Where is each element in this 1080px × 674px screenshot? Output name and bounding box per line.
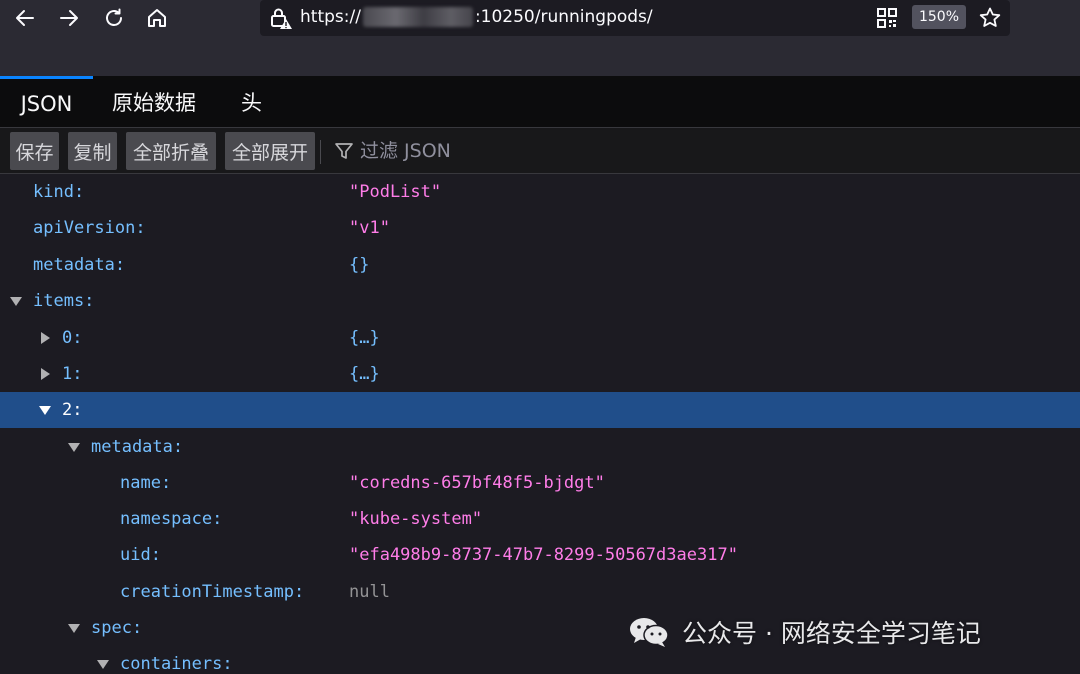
home-button[interactable]	[141, 4, 173, 32]
url-scheme: https://	[300, 7, 361, 27]
save-button[interactable]: 保存	[10, 132, 59, 170]
tree-row-kind[interactable]: kind: "PodList"	[0, 174, 1080, 210]
json-value: null	[349, 582, 390, 602]
lock-warning-icon[interactable]	[268, 5, 294, 31]
redacted-host	[362, 7, 473, 27]
zoom-level-badge[interactable]: 150%	[912, 5, 966, 29]
expand-all-button[interactable]: 全部展开	[225, 132, 315, 170]
json-key: apiVersion:	[33, 218, 146, 238]
reload-button[interactable]	[98, 4, 130, 32]
json-key: 0:	[62, 328, 83, 348]
json-key: containers:	[120, 654, 233, 674]
json-key: items:	[33, 291, 95, 311]
forward-button[interactable]	[53, 4, 85, 32]
json-key: 1:	[62, 364, 83, 384]
reload-icon	[106, 8, 122, 26]
url-path: :10250/runningpods/	[474, 7, 653, 27]
tab-headers[interactable]: 头	[241, 76, 262, 128]
qr-code-icon[interactable]	[876, 7, 898, 29]
json-key: name:	[120, 473, 172, 493]
json-value: "kube-system"	[349, 509, 483, 529]
tree-row-item-1[interactable]: 1: {…}	[0, 356, 1080, 392]
json-value: {}	[349, 255, 370, 275]
viewer-tabs: JSON 原始数据 头	[0, 76, 1080, 128]
toolbar-divider	[320, 140, 321, 164]
wechat-watermark: 公众号 · 网络安全学习笔记	[628, 614, 981, 650]
collapse-all-button[interactable]: 全部折叠	[126, 132, 216, 170]
tree-row-name[interactable]: name: "coredns-657bf48f5-bjdgt"	[0, 465, 1080, 501]
json-key: uid:	[120, 545, 161, 565]
url-text: https:// :10250/runningpods/	[300, 7, 653, 27]
twisty-expanded-icon[interactable]	[97, 660, 109, 669]
twisty-expanded-icon[interactable]	[68, 624, 80, 633]
filter-json-input[interactable]	[360, 136, 760, 166]
tree-row-namespace[interactable]: namespace: "kube-system"	[0, 501, 1080, 537]
twisty-collapsed-icon[interactable]	[41, 368, 50, 380]
twisty-expanded-icon[interactable]	[10, 297, 22, 306]
json-value: "efa498b9-8737-47b7-8299-50567d3ae317"	[349, 545, 738, 565]
tree-row-metadata[interactable]: metadata: {}	[0, 247, 1080, 283]
json-key: creationTimestamp:	[120, 582, 305, 602]
tree-row-item-2[interactable]: 2:	[0, 392, 1080, 428]
tab-raw-data[interactable]: 原始数据	[112, 76, 196, 128]
json-key: kind:	[33, 182, 85, 202]
tree-row-creation-timestamp[interactable]: creationTimestamp: null	[0, 574, 1080, 610]
json-value: {…}	[349, 364, 380, 384]
json-toolbar: 保存 复制 全部折叠 全部展开	[0, 128, 1080, 174]
url-bar[interactable]: https:// :10250/runningpods/ 150%	[260, 0, 1010, 36]
json-tree: kind: "PodList" apiVersion: "v1" metadat…	[0, 174, 1080, 674]
json-value: "coredns-657bf48f5-bjdgt"	[349, 473, 605, 493]
back-button[interactable]	[9, 4, 41, 32]
json-key: spec:	[91, 618, 143, 638]
json-value: "v1"	[349, 218, 390, 238]
json-key: namespace:	[120, 509, 223, 529]
json-value: "PodList"	[349, 182, 442, 202]
bookmark-star-icon[interactable]	[978, 6, 1002, 30]
json-key: 2:	[62, 400, 83, 420]
home-icon	[148, 9, 166, 27]
tree-row-item-0[interactable]: 0: {…}	[0, 320, 1080, 356]
tab-json[interactable]: JSON	[0, 76, 93, 128]
arrow-left-icon	[16, 10, 34, 26]
tree-row-containers[interactable]: containers:	[0, 646, 1080, 674]
browser-toolbar: https:// :10250/runningpods/ 150%	[0, 0, 1080, 76]
copy-button[interactable]: 复制	[68, 132, 117, 170]
filter-icon	[335, 143, 353, 159]
json-key: metadata:	[91, 437, 184, 457]
tree-row-item2-metadata[interactable]: metadata:	[0, 429, 1080, 465]
twisty-expanded-icon[interactable]	[39, 406, 51, 415]
tree-row-items[interactable]: items:	[0, 283, 1080, 319]
arrow-right-icon	[60, 10, 78, 26]
json-key: metadata:	[33, 255, 126, 275]
watermark-text: 公众号 · 网络安全学习笔记	[682, 619, 981, 648]
tree-row-uid[interactable]: uid: "efa498b9-8737-47b7-8299-50567d3ae3…	[0, 537, 1080, 573]
tree-row-apiversion[interactable]: apiVersion: "v1"	[0, 210, 1080, 246]
wechat-logo-icon	[630, 618, 669, 647]
twisty-expanded-icon[interactable]	[68, 443, 80, 452]
json-value: {…}	[349, 328, 380, 348]
twisty-collapsed-icon[interactable]	[41, 332, 50, 344]
